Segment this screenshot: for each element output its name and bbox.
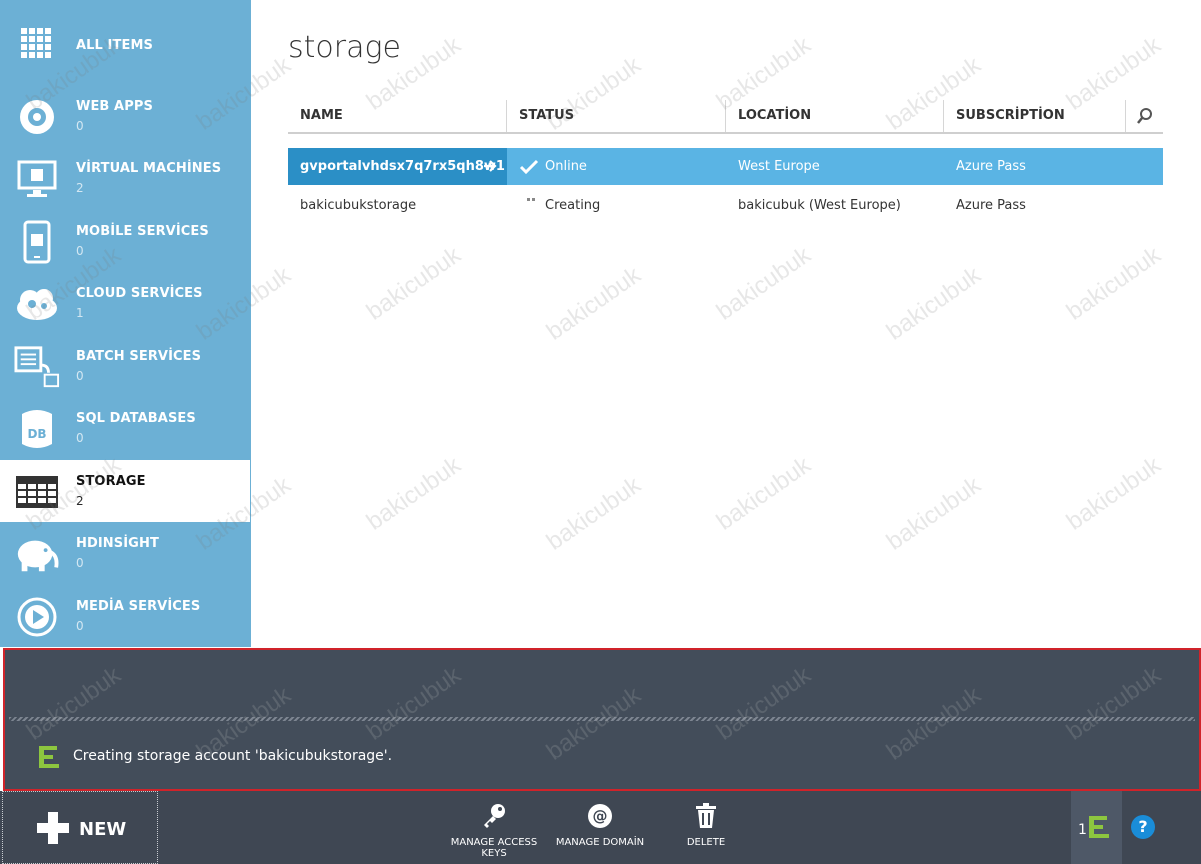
sidebar-item-web-apps[interactable]: WEB APPS 0	[0, 85, 250, 147]
key-icon	[444, 801, 544, 831]
delete-button[interactable]: DELETE	[656, 801, 756, 848]
svg-text:@: @	[593, 807, 608, 825]
help-icon: ?	[1138, 817, 1148, 836]
watermark-text: bakicubuk	[711, 241, 816, 326]
monitor-icon	[14, 159, 60, 199]
watermark-text: bakicubuk	[361, 241, 466, 326]
watermark-text: bakicubuk	[541, 261, 646, 346]
row-name: bakicubukstorage	[300, 198, 417, 213]
sidebar-item-batch-services[interactable]: BATCH SERVİCES 0	[0, 335, 250, 397]
table-row[interactable]: bakicubukstorage Creating bakicubuk (Wes…	[288, 187, 1163, 224]
sidebar-item-count: 0	[76, 119, 84, 133]
elephant-icon	[14, 534, 60, 574]
table-header: NAME STATUS LOCATİON SUBSCRİPTİON	[288, 100, 1163, 134]
sidebar-item-label: STORAGE	[76, 474, 146, 489]
manage-domain-label: MANAGE DOMAİN	[555, 837, 645, 848]
watermark-text: bakicubuk	[361, 451, 466, 536]
notification-panel: Creating storage account 'bakicubukstora…	[3, 648, 1201, 791]
sidebar-item-label: ALL ITEMS	[76, 38, 153, 53]
grid-icon	[14, 24, 60, 64]
sidebar-item-storage[interactable]: STORAGE 2	[0, 460, 250, 522]
row-subscription: Azure Pass	[956, 198, 1026, 213]
storage-table-icon	[14, 472, 60, 512]
plus-icon	[37, 812, 69, 844]
watermark-text: bakicubuk	[1061, 241, 1166, 326]
checkmark-icon	[519, 159, 539, 174]
sidebar-item-count: 0	[76, 244, 84, 258]
row-status-text: Online	[545, 159, 587, 174]
sidebar-item-virtual-machines[interactable]: VİRTUAL MACHİNES 2	[0, 147, 250, 209]
progress-activity-icon	[39, 746, 61, 772]
page-title: storage	[288, 30, 401, 65]
svg-text:DB: DB	[27, 427, 46, 441]
media-play-icon	[14, 597, 60, 637]
command-bar: NEW MANAGE ACCESS KEYS @ MANAGE DOMAİN D…	[0, 791, 1201, 864]
sidebar-item-count: 2	[76, 494, 84, 508]
sidebar-item-label: WEB APPS	[76, 99, 153, 114]
new-button-label: NEW	[79, 819, 127, 840]
row-subscription: Azure Pass	[956, 159, 1026, 174]
activity-count: 1	[1078, 822, 1087, 838]
sidebar-item-label: CLOUD SERVİCES	[76, 286, 203, 301]
sidebar-item-label: MOBİLE SERVİCES	[76, 224, 209, 239]
cloud-gear-icon	[14, 284, 60, 324]
row-status: Online	[507, 148, 726, 185]
column-header-location[interactable]: LOCATİON	[726, 100, 944, 132]
sidebar-item-count: 2	[76, 181, 84, 195]
watermark-text: bakicubuk	[541, 471, 646, 556]
sidebar-item-label: SQL DATABASES	[76, 411, 196, 426]
watermark-text: bakicubuk	[881, 261, 986, 346]
sidebar-item-label: MEDİA SERVİCES	[76, 599, 201, 614]
at-sign-icon: @	[550, 801, 650, 831]
row-location: West Europe	[738, 159, 820, 174]
sidebar-item-cloud-services[interactable]: CLOUD SERVİCES 1	[0, 272, 250, 334]
search-icon	[1136, 108, 1152, 124]
creating-spinner-icon	[527, 198, 535, 201]
sidebar-item-label: HDINSİGHT	[76, 536, 159, 551]
sidebar-item-label: VİRTUAL MACHİNES	[76, 161, 222, 176]
sidebar-item-count: 0	[76, 369, 84, 383]
row-status-text: Creating	[545, 198, 601, 213]
watermark-text: bakicubuk	[711, 451, 816, 536]
mobile-icon	[14, 220, 60, 264]
row-name-link[interactable]: gvportalvhdsx7q7rx5qh8w1	[288, 148, 507, 185]
manage-domain-button[interactable]: @ MANAGE DOMAİN	[550, 801, 650, 848]
sidebar-item-mobile-services[interactable]: MOBİLE SERVİCES 0	[0, 210, 250, 272]
trash-icon	[656, 801, 756, 831]
sidebar-nav: ALL ITEMS WEB APPS 0 VİRTUAL MACHİNES 2 …	[0, 0, 251, 647]
sidebar-item-count: 0	[76, 556, 84, 570]
sidebar-item-count: 0	[76, 431, 84, 445]
table-row[interactable]: gvportalvhdsx7q7rx5qh8w1 Online West Eur…	[288, 148, 1163, 185]
sidebar-item-media-services[interactable]: MEDİA SERVİCES 0	[0, 585, 250, 647]
watermark-text: bakicubuk	[881, 471, 986, 556]
notification-message: Creating storage account 'bakicubukstora…	[73, 748, 393, 764]
help-button[interactable]: ?	[1131, 815, 1155, 839]
column-header-status[interactable]: STATUS	[507, 100, 726, 132]
database-icon: DB	[14, 409, 60, 449]
sidebar-item-label: BATCH SERVİCES	[76, 349, 202, 364]
sidebar-item-all-items[interactable]: ALL ITEMS	[0, 12, 250, 74]
sidebar-item-hdinsight[interactable]: HDINSİGHT 0	[0, 522, 250, 584]
row-location: bakicubuk (West Europe)	[738, 198, 901, 213]
watermark-text: bakicubuk	[1061, 451, 1166, 536]
column-header-name[interactable]: NAME	[288, 100, 507, 132]
batch-icon	[14, 346, 60, 388]
arrow-right-icon	[484, 160, 497, 172]
row-status: Creating	[507, 187, 726, 224]
row-name: gvportalvhdsx7q7rx5qh8w1	[300, 159, 505, 174]
progress-activity-icon	[1089, 816, 1109, 838]
new-button[interactable]: NEW	[2, 791, 158, 864]
notification-divider	[9, 717, 1195, 721]
sidebar-item-sql-databases[interactable]: DB SQL DATABASES 0	[0, 397, 250, 459]
manage-access-keys-label: MANAGE ACCESS KEYS	[450, 837, 538, 859]
search-button[interactable]	[1126, 100, 1163, 132]
sidebar-item-count: 0	[76, 619, 84, 633]
globe-icon	[14, 97, 60, 137]
sidebar-item-count: 1	[76, 306, 84, 320]
column-header-subscription[interactable]: SUBSCRİPTİON	[944, 100, 1126, 132]
delete-label: DELETE	[686, 837, 726, 848]
manage-access-keys-button[interactable]: MANAGE ACCESS KEYS	[444, 801, 544, 859]
activity-button[interactable]: 1	[1071, 791, 1122, 864]
